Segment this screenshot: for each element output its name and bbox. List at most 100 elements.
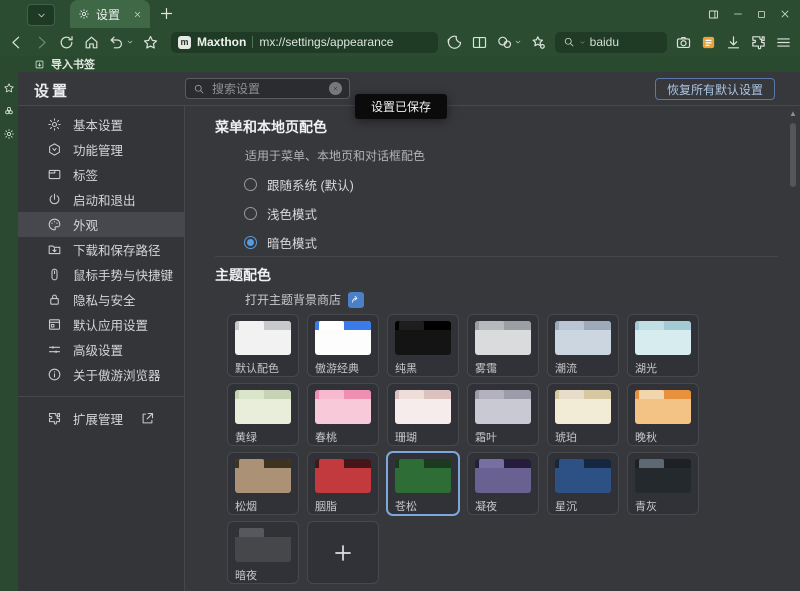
radio-unselected-icon[interactable]	[244, 178, 257, 191]
sidebar-item-basic[interactable]: 基本设置	[18, 112, 184, 137]
sidebar-item-about[interactable]: 关于傲游浏览器	[18, 362, 184, 387]
theme-card[interactable]: 凝夜	[467, 452, 539, 515]
color-mode-option[interactable]: 浅色模式	[244, 199, 354, 228]
radio-unselected-icon[interactable]	[244, 207, 257, 220]
sidebar-item-advanced[interactable]: 高级设置	[18, 337, 184, 362]
theme-swatch	[235, 528, 291, 562]
theme-card[interactable]: 默认配色	[227, 314, 299, 377]
maxnote-icon[interactable]	[700, 34, 717, 51]
theme-card[interactable]: 黄绿	[227, 383, 299, 446]
theme-card[interactable]: 星沉	[547, 452, 619, 515]
favorite-star-icon[interactable]	[142, 34, 159, 51]
theme-card[interactable]: 霜叶	[467, 383, 539, 446]
theme-grid: 默认配色傲游经典纯黑雾霭潮流湖光黄绿春桃 珊瑚霜叶琥珀晚秋松烟胭脂 苍松 凝夜星沉青灰…	[227, 314, 699, 584]
color-mode-option[interactable]: 暗色模式	[244, 228, 354, 257]
share-icon[interactable]	[496, 34, 513, 51]
theme-name: 胭脂	[315, 498, 337, 514]
sidebar-item-appearance[interactable]: 外观	[18, 212, 184, 237]
side-rail	[0, 72, 18, 591]
screenshot-camera-icon[interactable]	[675, 34, 692, 51]
tab-list-button[interactable]	[27, 4, 55, 26]
theme-card[interactable]: 松烟	[227, 452, 299, 515]
side-panel-icon[interactable]	[707, 8, 720, 21]
undo-group[interactable]	[108, 34, 134, 51]
import-bookmarks-icon	[34, 59, 45, 70]
theme-card[interactable]: 珊瑚	[387, 383, 459, 446]
share-caret-icon[interactable]	[514, 38, 522, 46]
settings-gear-icon[interactable]	[3, 128, 15, 140]
sidebar-item-label: 启动和退出	[73, 190, 136, 209]
toolbar-search[interactable]: baidu	[555, 32, 667, 53]
forward-icon[interactable]	[33, 34, 50, 51]
settings-search[interactable]	[185, 78, 350, 99]
back-icon[interactable]	[8, 34, 25, 51]
sidebar-item-downloads[interactable]: 下载和保存路径	[18, 237, 184, 262]
sidebar-item-features[interactable]: 功能管理	[18, 137, 184, 162]
theme-card[interactable]: 春桃	[307, 383, 379, 446]
search-icon	[563, 36, 575, 48]
theme-swatch	[235, 390, 291, 424]
theme-store-icon[interactable]	[348, 292, 364, 308]
share-group[interactable]	[496, 34, 522, 51]
color-mode-options: 跟随系统 (默认)浅色模式暗色模式	[244, 170, 354, 257]
tab-settings[interactable]: 设置	[70, 0, 150, 28]
add-theme-button[interactable]	[307, 521, 379, 584]
sidebar-item-startup[interactable]: 启动和退出	[18, 187, 184, 212]
theme-name: 苍松	[395, 498, 417, 514]
download-icon[interactable]	[725, 34, 742, 51]
scrollbar[interactable]: ▲	[788, 109, 798, 588]
theme-card[interactable]: 胭脂	[307, 452, 379, 515]
theme-card[interactable]: 暗夜	[227, 521, 299, 584]
new-tab-button[interactable]	[158, 5, 175, 22]
clear-search-icon[interactable]	[329, 82, 342, 95]
theme-card[interactable]: 潮流	[547, 314, 619, 377]
address-bar[interactable]: m Maxthon mx://settings/appearance	[171, 32, 438, 53]
maximize-icon[interactable]	[756, 9, 767, 20]
settings-search-input[interactable]	[210, 81, 324, 97]
theme-card[interactable]: 纯黑	[387, 314, 459, 377]
theme-name: 春桃	[315, 429, 337, 445]
theme-swatch	[475, 390, 531, 424]
sidebar-item-default-apps[interactable]: 默认应用设置	[18, 312, 184, 337]
theme-card[interactable]: 苍松	[387, 452, 459, 515]
favorites-manager-icon[interactable]	[530, 34, 547, 51]
color-mode-option[interactable]: 跟随系统 (默认)	[244, 170, 354, 199]
theme-card[interactable]: 雾霭	[467, 314, 539, 377]
reload-icon[interactable]	[58, 34, 75, 51]
folder-download-icon	[47, 242, 62, 257]
favorites-star-icon[interactable]	[3, 82, 15, 94]
theme-swatch	[555, 390, 611, 424]
theme-swatch	[235, 459, 291, 493]
undo-icon[interactable]	[108, 34, 125, 51]
scrollbar-thumb[interactable]	[790, 123, 796, 187]
theme-card[interactable]: 琥珀	[547, 383, 619, 446]
import-bookmarks-button[interactable]: 导入书签	[51, 56, 95, 72]
theme-card[interactable]: 傲游经典	[307, 314, 379, 377]
toast-settings-saved: 设置已保存	[355, 94, 447, 119]
theme-swatch	[235, 321, 291, 355]
power-icon	[47, 192, 62, 207]
theme-swatch	[635, 321, 691, 355]
sidebar-item-privacy[interactable]: 隐私与安全	[18, 287, 184, 312]
theme-card[interactable]: 晚秋	[627, 383, 699, 446]
extensions-puzzle-icon[interactable]	[750, 34, 767, 51]
minimize-icon[interactable]	[732, 8, 744, 20]
theme-store-link[interactable]: 打开主题背景商店	[245, 291, 341, 308]
search-engine-caret-icon[interactable]	[579, 39, 586, 46]
tab-close-icon[interactable]	[133, 10, 142, 19]
sidebar-item-gestures[interactable]: 鼠标手势与快捷键	[18, 262, 184, 287]
undo-caret-icon[interactable]	[126, 38, 134, 46]
restore-defaults-button[interactable]: 恢复所有默认设置	[655, 78, 775, 100]
theme-card[interactable]: 湖光	[627, 314, 699, 377]
maxnote-flower-icon[interactable]	[3, 105, 15, 117]
split-screen-icon[interactable]	[471, 34, 488, 51]
theme-card[interactable]: 青灰	[627, 452, 699, 515]
scrollbar-up-arrow[interactable]: ▲	[788, 109, 798, 119]
radio-selected-icon[interactable]	[244, 236, 257, 249]
close-icon[interactable]	[779, 8, 791, 20]
sidebar-item-tabs[interactable]: 标签	[18, 162, 184, 187]
reader-mode-icon[interactable]	[446, 34, 463, 51]
menu-icon[interactable]	[775, 34, 792, 51]
home-icon[interactable]	[83, 34, 100, 51]
sidebar-item-extensions[interactable]: 扩展管理	[18, 406, 184, 431]
